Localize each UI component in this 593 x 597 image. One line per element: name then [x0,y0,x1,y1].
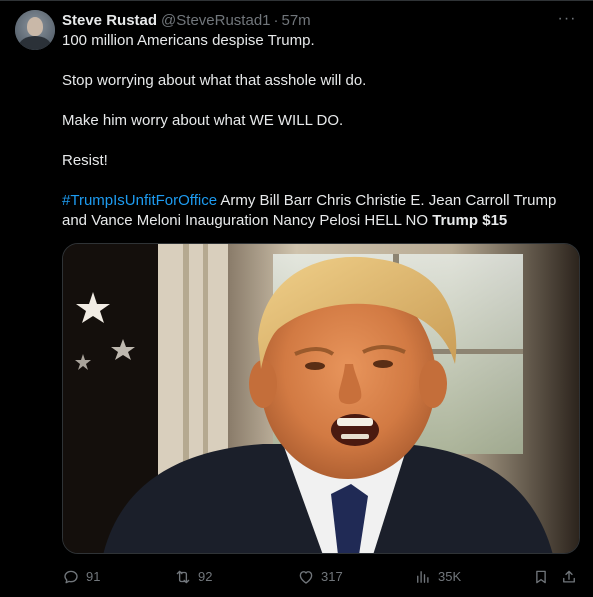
bookmark-icon [536,570,546,584]
reply-button[interactable]: 91 [62,566,100,588]
photo-illustration [63,244,579,553]
tweet-line: Resist! [62,152,108,169]
views-count: 35K [438,569,462,584]
tweet-header: Steve Rustad @SteveRustad1 · 57m [62,10,311,30]
tweet-line: Make him worry about what WE WILL DO. [62,112,344,129]
separator-dot: · [273,11,279,29]
action-bar: 91 92 317 35K [62,566,580,588]
share-button[interactable] [560,566,584,588]
tweet-card[interactable]: Steve Rustad @SteveRustad1 · 57m ··· 100… [0,0,593,597]
avatar-shoulders [19,36,51,50]
bookmark-button[interactable] [532,566,556,588]
views-icon [417,571,429,583]
repost-button[interactable]: 92 [174,566,212,588]
more-options-button[interactable]: ··· [555,9,579,29]
views-button[interactable]: 35K [414,566,461,588]
reply-count: 91 [86,569,101,584]
avatar-head [27,17,43,36]
hashtag-link[interactable]: #TrumpIsUnfitForOffice [62,192,217,209]
tweet-line: 100 million Americans despise Trump. [62,32,315,49]
tweet-line: Stop worrying about what that asshole wi… [62,72,367,89]
like-count: 317 [321,569,343,584]
tweet-tags-line: #TrumpIsUnfitForOffice Army Bill Barr Ch… [62,191,580,231]
repost-icon [176,570,190,584]
reply-icon [64,570,78,584]
heart-icon [299,571,313,584]
share-icon [563,570,575,583]
author-handle[interactable]: @SteveRustad1 [161,12,270,29]
repost-count: 92 [198,569,213,584]
avatar[interactable] [15,10,55,50]
timestamp[interactable]: 57m [282,12,311,29]
author-name[interactable]: Steve Rustad [62,12,157,29]
more-icon: ··· [557,10,577,27]
like-button[interactable]: 317 [297,566,343,588]
tweet-text: 100 million Americans despise Trump. Sto… [62,31,580,231]
tweet-photo[interactable] [62,243,580,554]
bold-tail-text: Trump $15 [432,212,508,229]
